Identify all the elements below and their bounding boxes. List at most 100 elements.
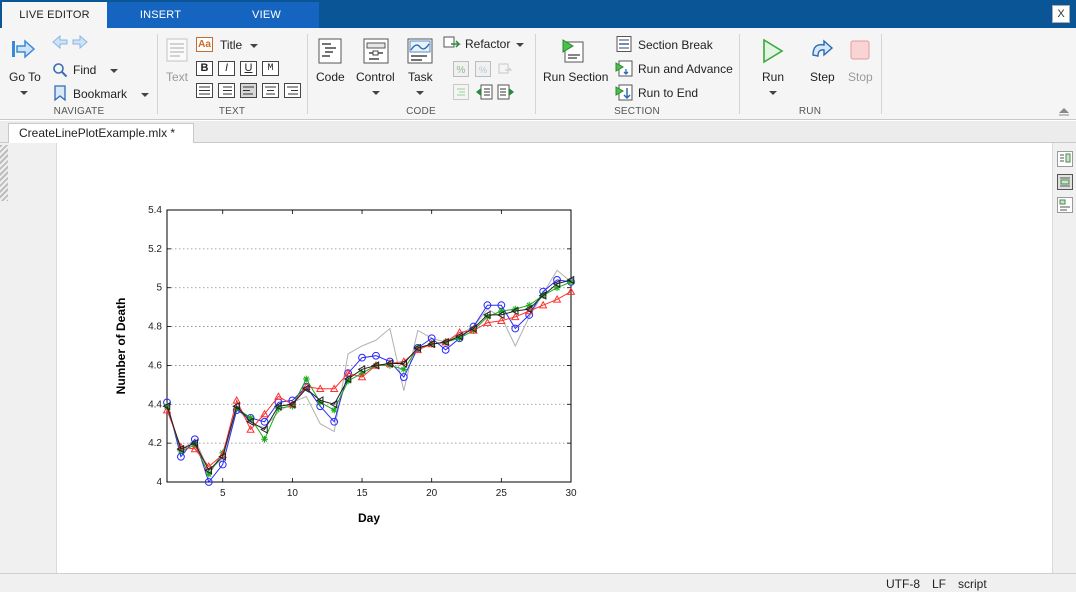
task-dropdown-caret[interactable]: [416, 91, 424, 95]
stop-button-label: Stop: [848, 70, 873, 84]
line-plot-svg: 4 4.2 4.4 4.6 4.8 5 5.2 5.4 5 10 15 20 25 30 Day Number…: [114, 205, 577, 525]
run-button-label[interactable]: Run: [762, 70, 784, 84]
italic-button[interactable]: I: [218, 61, 235, 76]
underline-button[interactable]: U: [240, 61, 257, 76]
document-tab-strip: CreateLinePlotExample.mlx *: [0, 121, 1076, 144]
numbered-list-icon[interactable]: [196, 83, 213, 98]
go-to-dropdown-caret[interactable]: [20, 91, 28, 95]
task-button-label[interactable]: Task: [408, 70, 433, 84]
control-dropdown-caret[interactable]: [372, 91, 380, 95]
control-button-label[interactable]: Control: [356, 70, 395, 84]
step-button-label[interactable]: Step: [810, 70, 835, 84]
decrease-indent-icon[interactable]: [475, 84, 493, 100]
encoding-status: UTF-8: [886, 577, 920, 591]
find-label[interactable]: Find: [73, 63, 96, 77]
run-dropdown-caret[interactable]: [769, 91, 777, 95]
close-button[interactable]: X: [1052, 5, 1070, 23]
task-icon[interactable]: [407, 38, 433, 64]
view-mode-panel: [1052, 143, 1076, 573]
ribbon-toolbar: Go To Find Bookmark NAVIGATE Text Aa Tit…: [0, 28, 1076, 120]
run-section-icon[interactable]: [561, 38, 587, 64]
output-inline-icon[interactable]: [1057, 174, 1073, 190]
svg-text:%: %: [479, 65, 487, 75]
back-arrow-icon[interactable]: [52, 35, 68, 49]
forward-arrow-icon[interactable]: [72, 35, 88, 49]
refactor-dropdown-caret[interactable]: [516, 43, 524, 47]
smart-indent-icon: [453, 84, 469, 100]
x-tick-label: 15: [356, 488, 368, 499]
uncomment-icon: %: [475, 61, 491, 77]
y-tick-label: 4.8: [148, 322, 162, 333]
y-axis-label: Number of Death: [114, 298, 128, 395]
y-tick-label: 4.6: [148, 360, 162, 371]
y-tick-label: 4.4: [148, 399, 162, 410]
mode-status: script: [958, 577, 987, 591]
tab-view[interactable]: VIEW: [214, 2, 319, 28]
run-and-advance-icon[interactable]: [615, 60, 633, 77]
tab-live-editor[interactable]: LIVE EDITOR: [2, 2, 107, 28]
y-tick-label: 5.4: [148, 205, 162, 216]
text-button-label[interactable]: Text: [166, 70, 188, 84]
run-and-advance-label[interactable]: Run and Advance: [638, 62, 733, 76]
x-tick-label: 5: [220, 488, 226, 499]
step-icon[interactable]: [810, 39, 834, 61]
hide-code-icon[interactable]: [1057, 197, 1073, 213]
section-break-icon[interactable]: [616, 36, 632, 52]
collapse-ribbon-icon[interactable]: [1058, 106, 1070, 116]
align-center-icon[interactable]: [262, 83, 279, 98]
y-tick-label: 5.2: [148, 244, 162, 255]
bold-button[interactable]: B: [196, 61, 213, 76]
group-label-navigate: NAVIGATE: [53, 106, 105, 117]
control-icon[interactable]: [363, 38, 389, 64]
group-separator: [535, 34, 536, 114]
svg-text:%: %: [457, 65, 466, 76]
output-on-right-icon[interactable]: [1057, 151, 1073, 167]
text-style-icon[interactable]: Aa: [196, 37, 213, 52]
group-label-text: TEXT: [218, 106, 246, 117]
group-label-code: CODE: [406, 106, 436, 117]
run-to-end-label[interactable]: Run to End: [638, 86, 698, 100]
title-style-label[interactable]: Title: [220, 38, 242, 52]
x-axis-label: Day: [358, 511, 380, 525]
run-to-end-icon[interactable]: [615, 84, 633, 101]
bookmark-label[interactable]: Bookmark: [73, 87, 127, 101]
x-tick-label: 10: [287, 488, 299, 499]
document-tab[interactable]: CreateLinePlotExample.mlx *: [8, 123, 194, 144]
run-section-label[interactable]: Run Section: [543, 70, 608, 84]
matlab-live-editor-window: LIVE EDITOR INSERT VIEW X Go To Find Boo…: [0, 0, 1076, 592]
tab-insert[interactable]: INSERT: [107, 2, 214, 28]
bookmark-dropdown-caret[interactable]: [141, 93, 149, 97]
bulleted-list-icon[interactable]: [218, 83, 235, 98]
run-play-icon[interactable]: [762, 38, 784, 64]
stop-square-icon: [850, 40, 870, 60]
find-magnifier-icon[interactable]: [52, 62, 68, 78]
align-right-icon[interactable]: [284, 83, 301, 98]
x-tick-label: 25: [496, 488, 508, 499]
bookmark-icon[interactable]: [54, 85, 66, 101]
group-label-section: SECTION: [614, 106, 660, 117]
line-plot-figure[interactable]: 4 4.2 4.4 4.6 4.8 5 5.2 5.4 5 10 15 20 25 30 Day Number…: [100, 195, 600, 545]
code-icon[interactable]: [318, 38, 342, 64]
group-separator: [157, 34, 158, 114]
section-break-label[interactable]: Section Break: [638, 38, 713, 52]
line-ending-status: LF: [932, 577, 947, 591]
find-dropdown-caret[interactable]: [110, 69, 118, 73]
title-style-dropdown-caret[interactable]: [250, 44, 258, 48]
text-icon[interactable]: [166, 38, 188, 62]
code-button-label[interactable]: Code: [316, 70, 345, 84]
align-left-icon[interactable]: [240, 83, 257, 98]
group-separator: [307, 34, 308, 114]
group-separator: [881, 34, 882, 114]
x-tick-label: 20: [426, 488, 438, 499]
increase-indent-icon[interactable]: [497, 84, 515, 100]
y-tick-label: 5: [156, 283, 162, 294]
ribbon-tab-strip: LIVE EDITOR INSERT VIEW X: [0, 0, 1076, 28]
section-bar-hatch[interactable]: [0, 145, 8, 201]
y-tick-label: 4: [156, 477, 162, 488]
go-to-label[interactable]: Go To: [9, 70, 41, 84]
y-tick-label: 4.2: [148, 438, 162, 449]
monospace-button[interactable]: M: [262, 61, 279, 76]
refactor-icon[interactable]: [443, 36, 461, 52]
go-to-icon[interactable]: [11, 38, 37, 60]
refactor-label[interactable]: Refactor: [465, 37, 510, 51]
